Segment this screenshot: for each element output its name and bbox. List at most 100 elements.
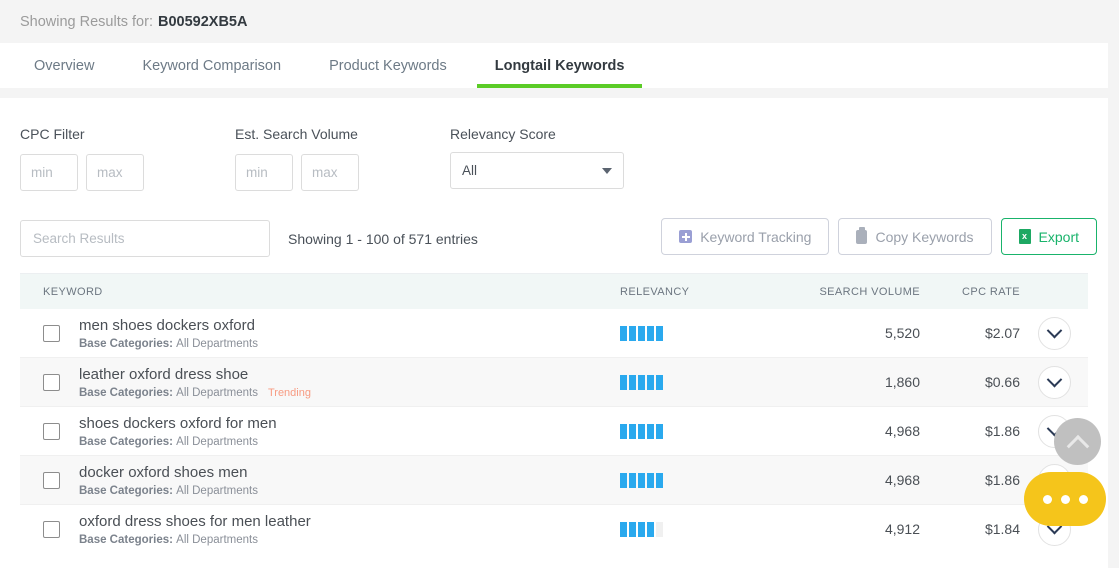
- tab-longtail-keywords-label: Longtail Keywords: [494, 57, 625, 74]
- row-checkbox[interactable]: [43, 471, 60, 489]
- trending-badge: Trending: [267, 386, 311, 399]
- search-volume-cell: 5,520: [884, 325, 920, 341]
- volume-minmax: [235, 154, 450, 191]
- tab-content-gap: [0, 88, 1119, 98]
- cpc-min-input[interactable]: [20, 154, 78, 191]
- relevancy-bar-segment: [647, 521, 654, 537]
- table-row[interactable]: shoes dockers oxford for men Base Categor…: [20, 406, 1088, 455]
- base-categories-value: All Departments: [176, 337, 258, 350]
- chevron-up-icon: [1066, 434, 1089, 458]
- ellipsis-icon: [1078, 494, 1088, 504]
- expand-row-button[interactable]: [1037, 365, 1071, 399]
- tab-keyword-comparison[interactable]: Keyword Comparison: [118, 43, 305, 88]
- table-row[interactable]: men shoes dockers oxford Base Categories:…: [20, 309, 1088, 357]
- keyword-subline: Base Categories: All Departments: [79, 534, 311, 546]
- tab-product-keywords[interactable]: Product Keywords: [305, 43, 471, 88]
- relevancy-bar-segment: [656, 423, 663, 439]
- relevancy-bar-segment: [647, 325, 654, 341]
- search-volume-cell: 4,968: [884, 472, 920, 488]
- tab-bar: Overview Keyword Comparison Product Keyw…: [0, 43, 1108, 88]
- volume-max-input[interactable]: [301, 154, 359, 191]
- relevancy-cell: [620, 325, 775, 341]
- relevancy-bar-segment: [620, 521, 627, 537]
- row-checkbox[interactable]: [43, 373, 60, 391]
- base-categories: Base Categories: All Departments: [79, 338, 258, 350]
- relevancy-bars: [620, 325, 663, 341]
- relevancy-bars: [620, 423, 663, 439]
- page-right-margin: [1108, 0, 1119, 551]
- table-row[interactable]: oxford dress shoes for men leather Base C…: [20, 504, 1088, 553]
- relevancy-filter-group: Relevancy Score All: [450, 126, 650, 189]
- keyword-title: docker oxford shoes men: [79, 463, 248, 481]
- column-header-relevancy: RELEVANCY: [620, 285, 690, 298]
- keyword-subline: Base Categories: All Departments: [79, 338, 258, 350]
- table-row[interactable]: docker oxford shoes men Base Categories: …: [20, 455, 1088, 504]
- keyword-tracking-label: Keyword Tracking: [700, 228, 812, 245]
- relevancy-bars: [620, 374, 663, 390]
- row-checkbox[interactable]: [43, 520, 60, 538]
- entries-count-label: Showing 1 - 100 of 571 entries: [288, 230, 478, 247]
- filter-panel: CPC Filter Est. Search Volume Relevancy …: [0, 98, 1108, 191]
- relevancy-bar-segment: [647, 472, 654, 488]
- volume-min-input[interactable]: [235, 154, 293, 191]
- tab-longtail-keywords[interactable]: Longtail Keywords: [471, 43, 649, 88]
- base-categories-value: All Departments: [176, 533, 258, 546]
- showing-results-bar: Showing Results for: B00592XB5A: [0, 0, 1119, 43]
- row-checkbox[interactable]: [43, 324, 60, 342]
- relevancy-bar-segment: [620, 374, 627, 390]
- keyword-cell: men shoes dockers oxford Base Categories:…: [20, 317, 620, 350]
- relevancy-bar-segment: [629, 472, 636, 488]
- copy-keywords-button[interactable]: Copy Keywords: [838, 218, 992, 255]
- relevancy-cell: [620, 472, 775, 488]
- asin-value: B00592XB5A: [157, 13, 248, 30]
- keyword-text-block: oxford dress shoes for men leather Base C…: [79, 513, 311, 546]
- keyword-text-block: docker oxford shoes men Base Categories: …: [79, 464, 258, 497]
- cpc-rate-cell: $1.86: [984, 423, 1020, 439]
- relevancy-bar-segment: [638, 472, 645, 488]
- row-checkbox[interactable]: [43, 422, 60, 440]
- content-card: CPC Filter Est. Search Volume Relevancy …: [0, 98, 1108, 568]
- cpc-minmax: [20, 154, 235, 191]
- column-header-cpc-rate: CPC RATE: [961, 285, 1020, 298]
- keyword-title: leather oxford dress shoe: [79, 365, 249, 383]
- chat-support-button[interactable]: [1024, 472, 1106, 526]
- scroll-to-top-button[interactable]: [1054, 418, 1101, 465]
- keyword-cell: oxford dress shoes for men leather Base C…: [20, 513, 620, 546]
- excel-file-icon: x: [1018, 229, 1031, 244]
- expand-row-button[interactable]: [1037, 316, 1071, 350]
- relevancy-bar-segment: [647, 423, 654, 439]
- keyword-tracking-button[interactable]: Keyword Tracking: [661, 218, 830, 255]
- tab-overview[interactable]: Overview: [10, 43, 118, 88]
- search-input[interactable]: [20, 220, 270, 257]
- relevancy-bars: [620, 472, 663, 488]
- base-categories-label: Base Categories:: [79, 533, 177, 546]
- keyword-subline: Base Categories: All Departments: [79, 485, 258, 497]
- copy-keywords-label: Copy Keywords: [875, 228, 974, 245]
- tab-product-keywords-label: Product Keywords: [329, 57, 447, 74]
- cpc-rate-cell: $0.66: [984, 374, 1020, 390]
- cpc-filter-group: CPC Filter: [20, 126, 235, 191]
- relevancy-bar-segment: [620, 325, 627, 341]
- expand-cell: [1020, 365, 1088, 399]
- relevancy-select-value: All: [462, 163, 478, 178]
- base-categories: Base Categories: All Departments: [79, 485, 258, 497]
- expand-cell: [1020, 316, 1088, 350]
- base-categories-value: All Departments: [176, 435, 258, 448]
- keyword-text-block: shoes dockers oxford for men Base Categor…: [79, 415, 277, 448]
- relevancy-select[interactable]: All: [450, 152, 624, 189]
- relevancy-bar-segment: [638, 423, 645, 439]
- table-row[interactable]: leather oxford dress shoe Base Categories…: [20, 357, 1088, 406]
- keyword-text-block: leather oxford dress shoe Base Categories…: [79, 366, 311, 399]
- relevancy-bar-segment: [656, 325, 663, 341]
- showing-results-label: Showing Results for:: [20, 13, 153, 30]
- relevancy-bar-segment: [629, 325, 636, 341]
- relevancy-cell: [620, 521, 775, 537]
- ellipsis-icon: [1060, 494, 1070, 504]
- volume-filter-group: Est. Search Volume: [235, 126, 450, 191]
- cpc-max-input[interactable]: [86, 154, 144, 191]
- cpc-rate-cell: $1.86: [984, 472, 1020, 488]
- relevancy-cell: [620, 423, 775, 439]
- keyword-cell: shoes dockers oxford for men Base Categor…: [20, 415, 620, 448]
- column-header-search-volume: SEARCH VOLUME: [819, 285, 920, 298]
- export-button[interactable]: x Export: [1000, 218, 1097, 255]
